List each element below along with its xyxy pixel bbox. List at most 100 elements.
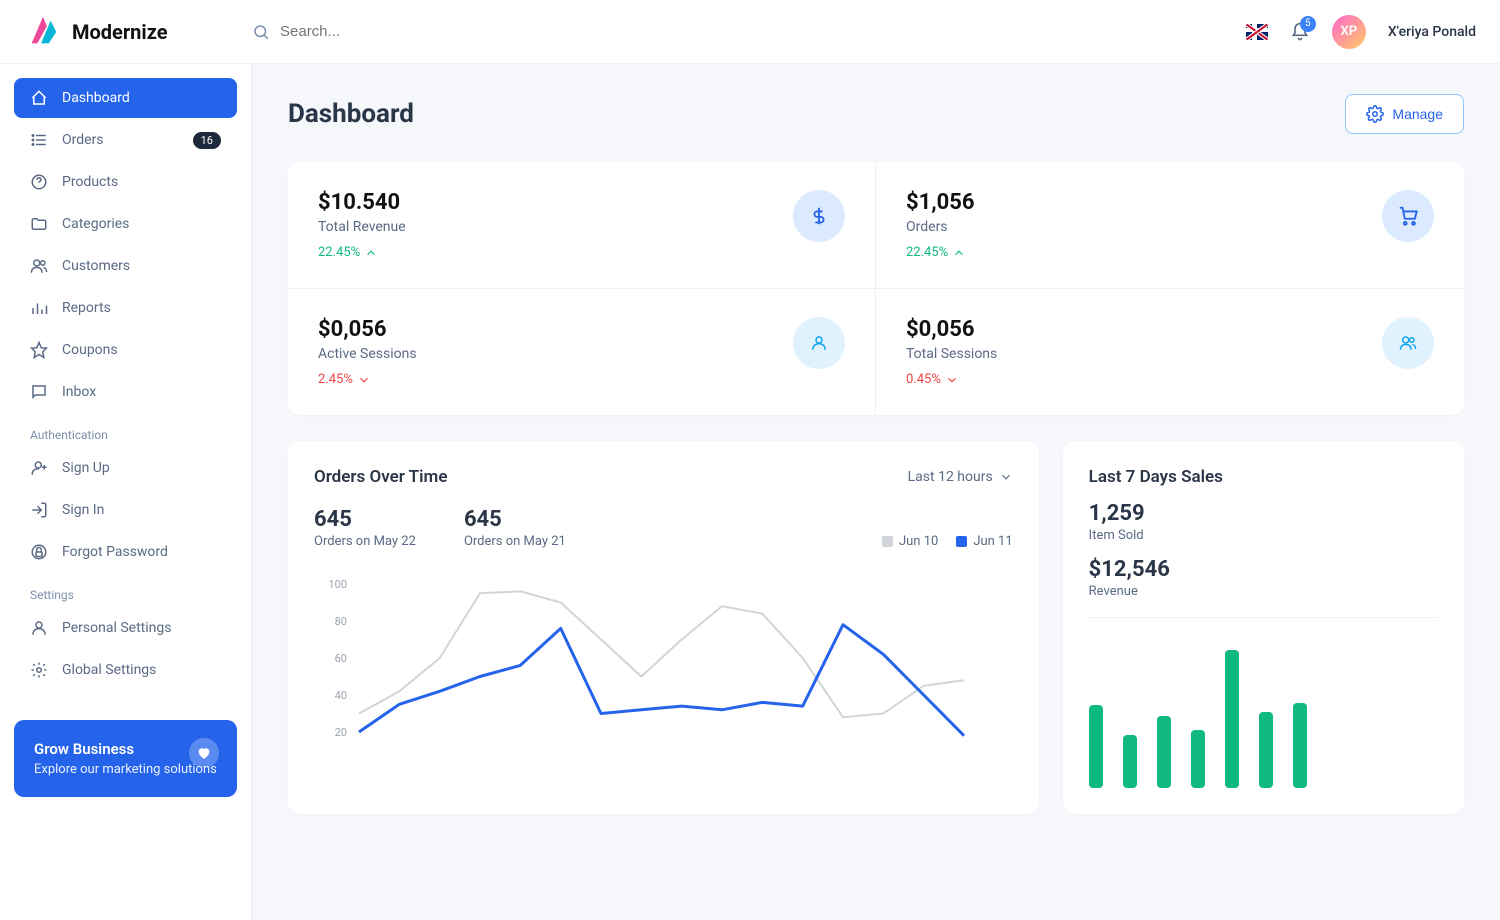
y-tick-label: 100	[328, 579, 347, 591]
chevron-down-icon	[999, 470, 1013, 484]
language-flag-uk[interactable]	[1246, 24, 1268, 40]
chart-icon	[30, 299, 48, 317]
search[interactable]	[252, 23, 580, 41]
sidebar-item-categories[interactable]: Categories	[14, 204, 237, 244]
search-input[interactable]	[280, 23, 580, 40]
manage-button[interactable]: Manage	[1345, 94, 1464, 134]
orders-over-time-card: Orders Over Time Last 12 hours 645 Order…	[288, 441, 1039, 814]
stat-card: $0,056Active Sessions2.45%	[288, 289, 876, 415]
chevron-up-icon	[364, 246, 378, 260]
sales-bar-chart	[1089, 638, 1438, 788]
avatar[interactable]: XP	[1332, 15, 1366, 49]
orders-line-chart: 20 40 60 80 100	[314, 579, 1013, 779]
sidebar-item-label: Personal Settings	[62, 620, 171, 636]
users-icon	[30, 257, 48, 275]
stat-card: $0,056 Total Sessions 0.45%	[876, 289, 1464, 415]
folder-icon	[30, 215, 48, 233]
stat-value: $1,056	[906, 190, 975, 215]
sidebar-item-global-settings[interactable]: Global Settings	[14, 650, 237, 690]
promo-sub: Explore our marketing solutions	[34, 762, 217, 777]
gear-icon	[1366, 105, 1384, 123]
main: Dashboard Manage $10.540Total Revenue22.…	[252, 64, 1500, 920]
user-icon	[30, 619, 48, 637]
logo[interactable]: Modernize	[24, 13, 252, 51]
y-tick-label: 80	[335, 615, 347, 628]
stat-change: 0.45%	[906, 372, 997, 387]
promo-card[interactable]: Grow Business Explore our marketing solu…	[14, 720, 237, 797]
sidebar-item-sign-up[interactable]: Sign Up	[14, 448, 237, 488]
last-7-days-card: Last 7 Days Sales 1,259 Item Sold $12,54…	[1063, 441, 1464, 814]
chevron-down-icon	[945, 373, 959, 387]
legend-swatch	[956, 536, 967, 547]
orders-sum-0-val: 645	[314, 507, 416, 532]
sidebar-item-dashboard[interactable]: Dashboard	[14, 78, 237, 118]
chart-legend: Jun 10 Jun 11	[882, 534, 1013, 549]
rev-label: Revenue	[1089, 584, 1438, 599]
stat-label: Orders	[906, 219, 975, 235]
stat-value: $0,056	[906, 317, 997, 342]
bar	[1225, 650, 1239, 788]
stat-card: $10.540Total Revenue22.45%	[288, 162, 876, 289]
sidebar-item-label: Categories	[62, 216, 129, 232]
dollar-icon	[793, 190, 845, 242]
sidebar-item-coupons[interactable]: Coupons	[14, 330, 237, 370]
sidebar-item-label: Inbox	[62, 384, 96, 400]
users-icon	[1382, 317, 1434, 369]
heart-icon	[189, 738, 219, 768]
bar	[1259, 712, 1273, 788]
sidebar-item-label: Customers	[62, 258, 130, 274]
sidebar-item-reports[interactable]: Reports	[14, 288, 237, 328]
page-title: Dashboard	[288, 99, 414, 129]
orders-sum-1-lbl: Orders on May 21	[464, 534, 566, 549]
stat-value: $10.540	[318, 190, 406, 215]
sidebar-item-customers[interactable]: Customers	[14, 246, 237, 286]
bar	[1157, 716, 1171, 788]
user-icon	[793, 317, 845, 369]
sidebar-item-forgot-password[interactable]: Forgot Password	[14, 532, 237, 572]
help-icon	[30, 173, 48, 191]
sidebar: Dashboard Orders 16 Products Categories Custo…	[0, 64, 252, 920]
notifications-button[interactable]: 5	[1290, 22, 1310, 42]
sidebar-item-label: Products	[62, 174, 118, 190]
cart-icon	[1382, 190, 1434, 242]
bar	[1293, 703, 1307, 788]
sales-card-title: Last 7 Days Sales	[1089, 467, 1438, 487]
range-label: Last 12 hours	[908, 469, 993, 485]
legend-item: Jun 10	[882, 534, 938, 549]
sidebar-item-products[interactable]: Products	[14, 162, 237, 202]
stat-label: Total Sessions	[906, 346, 997, 362]
signup-icon	[30, 459, 48, 477]
y-tick-label: 40	[335, 689, 347, 702]
y-tick-label: 60	[335, 652, 347, 665]
logo-icon	[24, 13, 62, 51]
stat-change: 22.45%	[318, 245, 406, 260]
bar	[1191, 730, 1205, 788]
lock-icon	[30, 543, 48, 561]
orders-sum-1-val: 645	[464, 507, 566, 532]
chevron-up-icon	[952, 246, 966, 260]
sidebar-item-inbox[interactable]: Inbox	[14, 372, 237, 412]
nav-section-auth: Authentication	[14, 414, 237, 448]
sidebar-item-label: Orders	[62, 132, 104, 148]
y-tick-label: 20	[335, 726, 347, 739]
sidebar-item-count: 16	[193, 132, 221, 149]
sidebar-item-label: Sign Up	[62, 460, 110, 476]
sidebar-item-label: Forgot Password	[62, 544, 168, 560]
legend-label: Jun 10	[899, 534, 938, 549]
sidebar-item-orders[interactable]: Orders 16	[14, 120, 237, 160]
bar	[1089, 705, 1103, 788]
sidebar-item-label: Dashboard	[62, 90, 130, 106]
legend-swatch	[882, 536, 893, 547]
notification-badge: 5	[1300, 16, 1316, 32]
stat-card: $1,056Orders22.45%	[876, 162, 1464, 289]
home-icon	[30, 89, 48, 107]
legend-label: Jun 11	[973, 534, 1012, 549]
search-icon	[252, 23, 270, 41]
sidebar-item-personal-settings[interactable]: Personal Settings	[14, 608, 237, 648]
orders-card-title: Orders Over Time	[314, 467, 447, 487]
sidebar-item-sign-in[interactable]: Sign In	[14, 490, 237, 530]
manage-label: Manage	[1392, 106, 1443, 122]
range-selector[interactable]: Last 12 hours	[908, 469, 1013, 485]
chevron-down-icon	[357, 373, 371, 387]
sidebar-item-label: Sign In	[62, 502, 104, 518]
